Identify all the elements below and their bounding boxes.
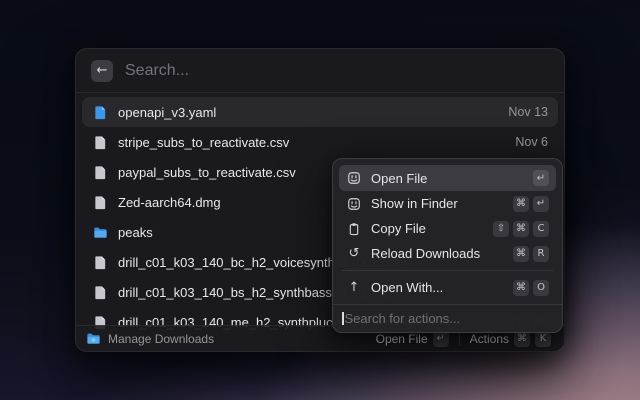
open-file-label: Open File	[376, 332, 428, 346]
c-key-icon: C	[533, 221, 549, 237]
menu-item-label: Copy File	[371, 221, 426, 236]
file-name: peaks	[118, 225, 153, 240]
menu-item-label: Show in Finder	[371, 196, 458, 211]
finder-icon	[346, 197, 362, 211]
file-name: openapi_v3.yaml	[118, 105, 216, 120]
menu-item-open-with[interactable]: ↑ Open With... ⌘ O	[339, 275, 556, 300]
file-icon	[92, 254, 108, 270]
file-icon	[92, 164, 108, 180]
actions-search-placeholder: Search for actions...	[345, 311, 461, 326]
command-key-icon: ⌘	[513, 221, 529, 237]
menu-item-label: Open File	[371, 171, 427, 186]
menu-divider	[342, 270, 553, 271]
search-bar: ← Search...	[76, 49, 564, 93]
command-key-icon: ⌘	[513, 196, 529, 212]
search-input[interactable]: Search...	[125, 62, 549, 80]
file-icon	[92, 134, 108, 150]
arrow-left-icon: ←	[97, 64, 108, 77]
file-icon	[92, 194, 108, 210]
return-key-icon: ↵	[533, 170, 549, 186]
menu-item-label: Open With...	[371, 280, 443, 295]
menu-item-show-in-finder[interactable]: Show in Finder ⌘ ↵	[339, 191, 556, 216]
file-name: stripe_subs_to_reactivate.csv	[118, 135, 289, 150]
list-item[interactable]: stripe_subs_to_reactivate.csv Nov 6	[82, 127, 558, 157]
actions-label: Actions	[470, 332, 509, 346]
finder-icon	[346, 171, 362, 185]
clipboard-icon	[346, 222, 362, 236]
reload-icon: ↺	[346, 247, 362, 260]
command-key-icon: ⌘	[513, 280, 529, 296]
arrow-up-icon: ↑	[346, 281, 362, 294]
extension-folder-icon	[86, 331, 101, 346]
extension-info: Manage Downloads	[86, 331, 214, 346]
file-icon	[92, 104, 108, 120]
folder-icon	[92, 224, 108, 240]
menu-item-reload-downloads[interactable]: ↺ Reload Downloads ⌘ R	[339, 241, 556, 266]
menu-item-copy-file[interactable]: Copy File ⇧ ⌘ C	[339, 216, 556, 241]
back-button[interactable]: ←	[91, 60, 113, 82]
file-name: Zed-aarch64.dmg	[118, 195, 221, 210]
actions-menu: Open File ↵ Show in Finder ⌘ ↵ Copy File…	[332, 158, 563, 333]
extension-name: Manage Downloads	[108, 332, 214, 346]
text-caret	[342, 312, 344, 325]
return-key-icon: ↵	[533, 196, 549, 212]
menu-item-label: Reload Downloads	[371, 246, 480, 261]
divider	[459, 332, 460, 345]
file-icon	[92, 284, 108, 300]
file-date: Nov 6	[515, 135, 548, 149]
file-name: paypal_subs_to_reactivate.csv	[118, 165, 296, 180]
o-key-icon: O	[533, 280, 549, 296]
file-date: Nov 13	[508, 105, 548, 119]
menu-item-open-file[interactable]: Open File ↵	[339, 165, 556, 191]
r-key-icon: R	[533, 246, 549, 262]
shift-key-icon: ⇧	[493, 221, 509, 237]
list-item[interactable]: openapi_v3.yaml Nov 13	[82, 97, 558, 127]
command-key-icon: ⌘	[513, 246, 529, 262]
actions-search-input[interactable]: Search for actions...	[333, 304, 562, 332]
